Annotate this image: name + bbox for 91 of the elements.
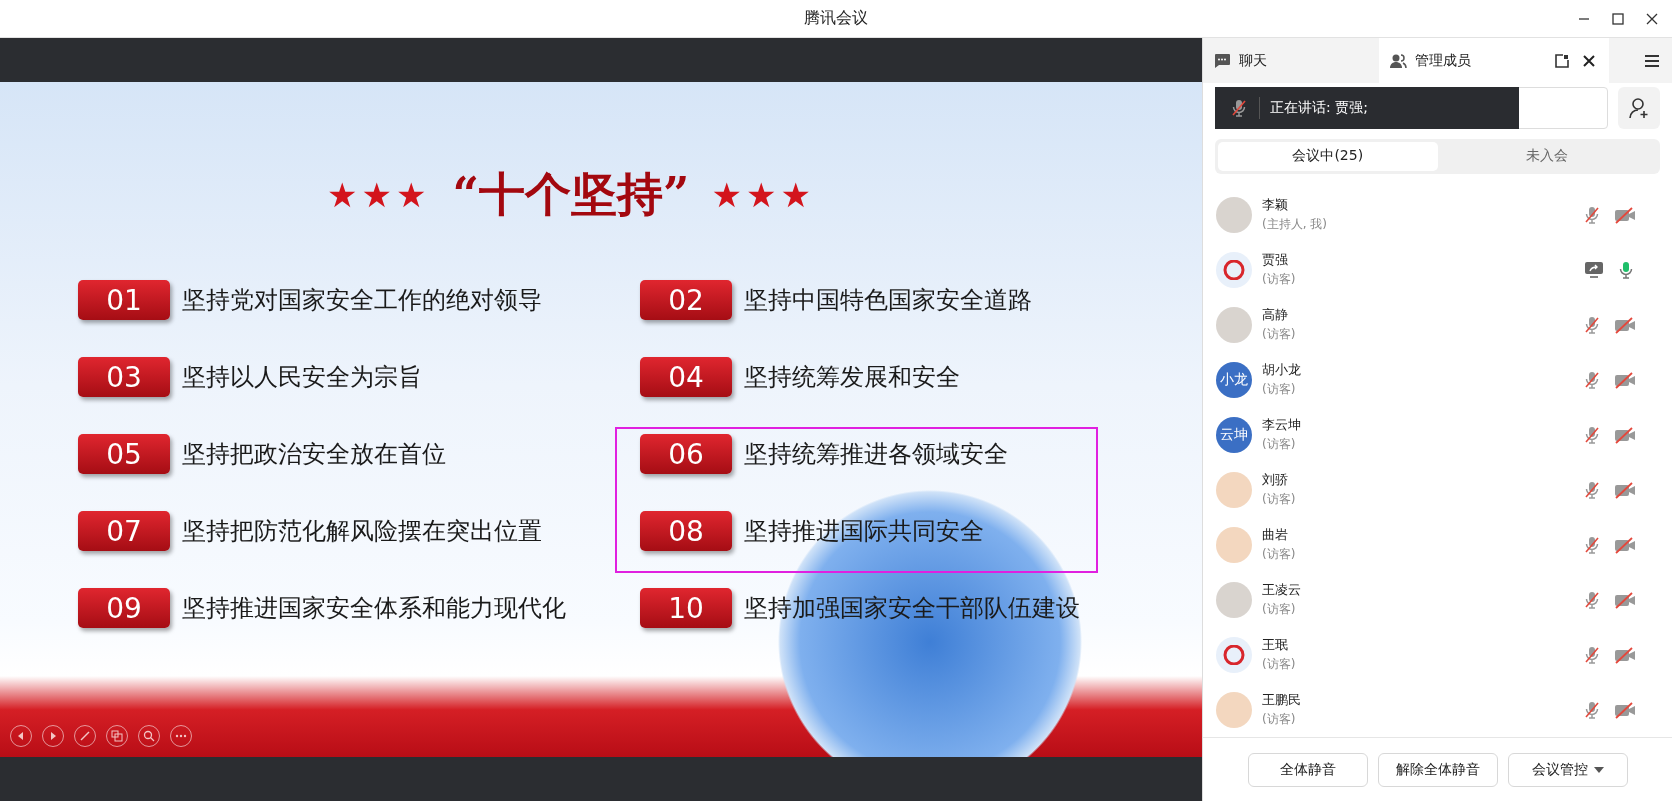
initials-avatar: 小龙 bbox=[1216, 361, 1252, 398]
photo-avatar bbox=[1216, 196, 1252, 233]
close-icon[interactable] bbox=[1646, 13, 1658, 25]
member-name: 刘骄 bbox=[1262, 471, 1289, 490]
muted-microphone-icon bbox=[1582, 589, 1602, 610]
slide-item-text: 坚持中国特色国家安全道路 bbox=[744, 285, 1032, 316]
slide-item-text: 坚持把政治安全放在首位 bbox=[182, 439, 446, 470]
muted-microphone-icon bbox=[1582, 369, 1602, 390]
camera-off-icon bbox=[1614, 645, 1636, 664]
member-role: (访客) bbox=[1262, 656, 1297, 674]
slide-item-text: 坚持推进国家安全体系和能力现代化 bbox=[182, 593, 566, 624]
pop-out-icon[interactable] bbox=[1555, 53, 1569, 68]
speaking-text: 正在讲话: 贾强; bbox=[1270, 99, 1368, 118]
photo-avatar bbox=[1216, 581, 1252, 618]
cartoon-avatar bbox=[1216, 691, 1252, 728]
member-role: (访客) bbox=[1262, 381, 1297, 399]
member-role: (主持人, 我) bbox=[1262, 216, 1328, 234]
member-name: 曲岩 bbox=[1262, 526, 1289, 545]
slide-item-text: 坚持统筹推进各领域安全 bbox=[744, 439, 1008, 470]
camera-off-icon bbox=[1614, 700, 1636, 719]
add-user-icon bbox=[1627, 95, 1651, 120]
slide-item-text: 坚持党对国家安全工作的绝对领导 bbox=[182, 285, 542, 316]
people-icon bbox=[1389, 52, 1407, 69]
camera-off-icon bbox=[1614, 480, 1636, 499]
window-title: 腾讯会议 bbox=[804, 8, 868, 29]
camera-off-icon bbox=[1614, 590, 1636, 609]
number-badge: 07 bbox=[78, 511, 170, 551]
slide-item-text: 坚持以人民安全为宗旨 bbox=[182, 362, 422, 393]
add-member-button[interactable] bbox=[1618, 87, 1660, 129]
camera-off-icon bbox=[1614, 535, 1636, 554]
close-icon[interactable] bbox=[1583, 54, 1595, 67]
muted-microphone-icon bbox=[1582, 479, 1602, 500]
member-name: 李颖 bbox=[1262, 196, 1289, 215]
initials-avatar: 云坤 bbox=[1216, 416, 1252, 453]
slide-item-text: 坚持把防范化解风险摆在突出位置 bbox=[182, 516, 542, 547]
member-role: (访客) bbox=[1262, 271, 1297, 289]
member-name: 王鹏民 bbox=[1262, 691, 1302, 710]
stars-text: ★★★ bbox=[327, 175, 431, 215]
muted-microphone-icon bbox=[1582, 644, 1602, 665]
member-filter-tab[interactable]: 会议中(25) bbox=[1218, 141, 1438, 172]
member-role: (访客) bbox=[1262, 711, 1297, 729]
member-filter-tab[interactable]: 未入会 bbox=[1437, 141, 1657, 172]
footer-button[interactable]: 会议管控 bbox=[1507, 752, 1628, 787]
number-badge: 09 bbox=[78, 588, 170, 628]
panel-tab[interactable]: 聊天 bbox=[1203, 38, 1379, 84]
number-badge: 02 bbox=[640, 280, 732, 320]
number-badge: 04 bbox=[640, 357, 732, 397]
number-badge: 08 bbox=[640, 511, 732, 551]
chat-icon bbox=[1213, 52, 1231, 69]
member-name: 王凌云 bbox=[1262, 581, 1302, 600]
muted-microphone-icon bbox=[1582, 534, 1602, 555]
cartoon-avatar bbox=[1216, 526, 1252, 563]
member-name: 高静 bbox=[1262, 306, 1289, 325]
camera-off-icon bbox=[1614, 370, 1636, 389]
camera-off-icon bbox=[1614, 205, 1636, 224]
slide-item-text: 坚持推进国际共同安全 bbox=[744, 516, 984, 547]
photo-avatar bbox=[1216, 306, 1252, 343]
slide-item-text: 坚持加强国家安全干部队伍建设 bbox=[744, 593, 1080, 624]
stars-text: ★★★ bbox=[711, 175, 815, 215]
cartoon-avatar bbox=[1216, 471, 1252, 508]
logo-avatar bbox=[1216, 636, 1252, 673]
muted-microphone-icon bbox=[1229, 98, 1249, 119]
member-name: 贾强 bbox=[1262, 251, 1289, 270]
muted-microphone-icon bbox=[1582, 699, 1602, 720]
member-name: 胡小龙 bbox=[1262, 361, 1302, 380]
maximize-icon[interactable] bbox=[1612, 13, 1624, 25]
logo-avatar bbox=[1216, 251, 1252, 288]
panel-tab[interactable]: 管理成员 bbox=[1379, 38, 1555, 84]
screen-share-icon bbox=[1584, 260, 1604, 279]
muted-microphone-icon bbox=[1582, 314, 1602, 335]
member-role: (访客) bbox=[1262, 491, 1297, 509]
number-badge: 10 bbox=[640, 588, 732, 628]
number-badge: 06 bbox=[640, 434, 732, 474]
member-name: 李云坤 bbox=[1262, 416, 1302, 435]
number-badge: 05 bbox=[78, 434, 170, 474]
footer-button[interactable]: 解除全体静音 bbox=[1377, 752, 1498, 787]
member-name: 王珉 bbox=[1262, 636, 1289, 655]
member-role: (访客) bbox=[1262, 546, 1297, 564]
camera-off-icon bbox=[1614, 425, 1636, 444]
muted-microphone-icon bbox=[1582, 424, 1602, 445]
number-badge: 03 bbox=[78, 357, 170, 397]
member-role: (访客) bbox=[1262, 601, 1297, 619]
member-role: (访客) bbox=[1262, 326, 1297, 344]
camera-off-icon bbox=[1614, 315, 1636, 334]
footer-button[interactable]: 全体静音 bbox=[1247, 752, 1368, 787]
caret-icon bbox=[1593, 766, 1604, 773]
slide-item-text: 坚持统筹发展和安全 bbox=[744, 362, 960, 393]
number-badge: 01 bbox=[78, 280, 170, 320]
muted-microphone-icon bbox=[1582, 204, 1602, 225]
member-role: (访客) bbox=[1262, 436, 1297, 454]
slide-title: “十个坚持” bbox=[452, 166, 690, 223]
